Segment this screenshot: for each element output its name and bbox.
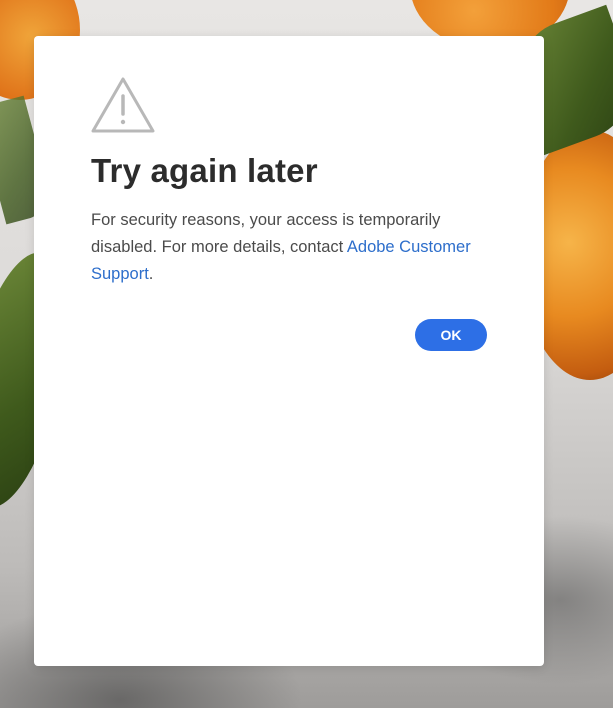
ok-button[interactable]: OK (415, 319, 487, 351)
alert-triangle-icon (91, 77, 155, 133)
dialog-title: Try again later (91, 152, 318, 189)
error-dialog: Try again later For security reasons, yo… (34, 36, 544, 666)
message-period: . (148, 265, 154, 283)
dialog-message: For security reasons, your access is tem… (91, 207, 486, 288)
